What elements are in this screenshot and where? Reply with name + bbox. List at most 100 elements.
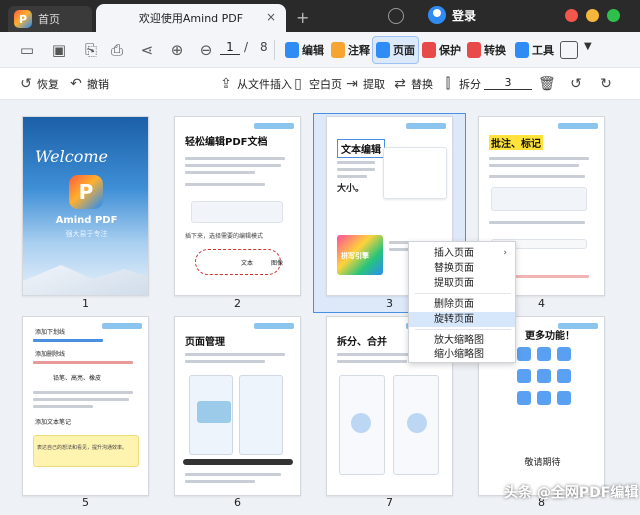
protect-icon [422, 42, 436, 58]
tab-page-label: 页面 [393, 44, 415, 57]
save-as-icon[interactable]: ⎘ [82, 41, 100, 59]
search-icon[interactable] [388, 8, 404, 24]
strikethrough-heading: 添加删除线 [35, 351, 66, 358]
split-button[interactable]: ⫿ 拆分 [440, 76, 481, 92]
tab-home-label: 首页 [38, 13, 60, 26]
coming-soon-text: 敬请期待 [524, 458, 561, 468]
tab-protect-label: 保护 [439, 44, 461, 57]
delete-button[interactable]: 🗑 [538, 76, 556, 92]
text-line [33, 391, 133, 394]
text-line [185, 360, 265, 363]
menu-item-rotate-page[interactable]: 旋转页面 [409, 312, 515, 327]
insert-from-file-button[interactable]: ⇪ 从文件插入 [218, 76, 292, 92]
page-thumbnail-2[interactable]: 轻松编辑PDF文档 插下来，选择需要的编辑模式 文本 图像 [174, 116, 301, 296]
tab-tools[interactable]: 工具 [512, 36, 557, 64]
page-number-7: 7 [386, 496, 393, 509]
feature-icon [557, 369, 571, 383]
page-title: 更多功能！ [525, 331, 575, 342]
rotate-angle-input[interactable]: 3 [484, 76, 532, 90]
menu-item-replace-page[interactable]: 替换页面 [409, 261, 515, 276]
tab-protect[interactable]: 保护 [419, 36, 464, 64]
text-line [33, 361, 133, 364]
extract-icon: ⇥ [346, 76, 358, 92]
rotate-right-button[interactable]: ↻ [598, 76, 614, 92]
annotate-icon [331, 42, 345, 58]
split-icon: ⫿ [445, 76, 451, 92]
text-line [185, 480, 255, 483]
maximize-window-button[interactable] [607, 9, 620, 22]
tab-document-label: 欢迎使用Amind PDF [138, 12, 244, 25]
login-button[interactable]: 登录 [428, 6, 476, 24]
new-tab-icon[interactable]: + [296, 8, 309, 27]
format-panel [383, 147, 447, 199]
page-thumbnail-5[interactable]: 添加下划线 添加删除线 铅笔、高亮、橡皮 添加文本笔记 表达自己的想法和看见，提… [22, 316, 149, 496]
tab-convert[interactable]: 转换 [464, 36, 509, 64]
minimize-window-button[interactable] [586, 9, 599, 22]
tools-heading: 铅笔、高亮、橡皮 [53, 375, 102, 382]
feature-icon [517, 391, 531, 405]
prev-page-icon[interactable]: ⊕ [168, 41, 186, 59]
undo-button[interactable]: ↶ 撤销 [68, 76, 109, 92]
rotate-right-icon: ↻ [600, 76, 612, 92]
tab-annotate[interactable]: 注释 [328, 36, 373, 64]
close-window-button[interactable] [565, 9, 578, 22]
replace-button[interactable]: ⇄ 替换 [392, 76, 433, 92]
menu-divider [415, 329, 511, 330]
print-icon[interactable]: ⎙ [108, 41, 126, 59]
open-folder-icon[interactable]: ▭ [18, 41, 36, 59]
restore-button[interactable]: ↺ 恢复 [18, 76, 59, 92]
circle-graphic [351, 413, 371, 433]
blank-page-icon: ▯ [294, 76, 302, 92]
restore-icon: ↺ [20, 76, 32, 92]
text-line [337, 360, 407, 363]
thumbnail-workspace: Welcome P Amind PDF 强大易于专注 1 轻松编辑PDF文档 插… [0, 100, 640, 515]
tools-icon [515, 42, 529, 58]
underline-heading: 添加下划线 [35, 329, 66, 336]
menu-item-delete-page[interactable]: 删除页面 [409, 297, 515, 312]
page-total: 8 [260, 40, 268, 54]
chevron-down-icon[interactable]: ▼ [584, 41, 592, 52]
menu-item-label: 缩小缩略图 [434, 349, 484, 360]
menu-item-insert-page[interactable]: 插入页面 › [409, 246, 515, 261]
save-icon[interactable]: ▣ [50, 41, 68, 59]
tab-document[interactable]: 欢迎使用Amind PDF × [96, 4, 286, 32]
menu-item-zoom-in-thumbnails[interactable]: 放大缩略图 [409, 333, 515, 348]
feature-icon [517, 369, 531, 383]
share-icon[interactable]: ⋖ [138, 41, 156, 59]
note-heading: 添加文本笔记 [35, 419, 72, 426]
close-tab-icon[interactable]: × [266, 10, 276, 24]
menu-item-label: 替换页面 [434, 263, 474, 274]
size-text: 大小。 [337, 184, 365, 194]
page-number-input[interactable]: 1 [220, 40, 240, 55]
header-bar [254, 323, 294, 329]
extract-button[interactable]: ⇥ 提取 [344, 76, 385, 92]
rotate-left-icon: ↺ [570, 76, 582, 92]
page-thumbnail-1[interactable]: Welcome P Amind PDF 强大易于专注 [22, 116, 149, 296]
page-number-6: 6 [234, 496, 241, 509]
cover-title: Amind PDF [55, 215, 118, 226]
blank-page-button[interactable]: ▯ 空白页 [290, 76, 342, 92]
tab-home[interactable]: P 首页 [8, 6, 92, 32]
menu-item-zoom-out-thumbnails[interactable]: 缩小缩略图 [409, 347, 515, 362]
menu-item-extract-page[interactable]: 提取页面 [409, 276, 515, 291]
tab-edit[interactable]: 编辑 [282, 36, 327, 64]
cover-subtitle: 强大易于专注 [65, 230, 108, 238]
view-mode-icon[interactable] [560, 41, 578, 59]
text-line [33, 398, 129, 401]
page-title: 拆分、合并 [337, 337, 387, 348]
replace-icon: ⇄ [394, 76, 406, 92]
next-page-icon[interactable]: ⊖ [197, 41, 215, 59]
amind-logo-icon: P [69, 175, 103, 209]
note-text: 表达自己的想法和看见，提升沟通效率。 [37, 445, 128, 451]
tab-page[interactable]: 页面 [372, 36, 419, 64]
replace-label: 替换 [411, 78, 433, 91]
chevron-right-icon: › [503, 248, 507, 258]
menu-item-label: 放大缩略图 [434, 335, 484, 346]
header-bar [558, 123, 598, 129]
page-separator: / [244, 40, 249, 54]
rotate-left-button[interactable]: ↺ [568, 76, 584, 92]
undo-icon: ↶ [70, 76, 82, 92]
split-label: 拆分 [459, 78, 481, 91]
page-thumbnail-6[interactable]: 页面管理 [174, 316, 301, 496]
text-line [185, 171, 255, 174]
